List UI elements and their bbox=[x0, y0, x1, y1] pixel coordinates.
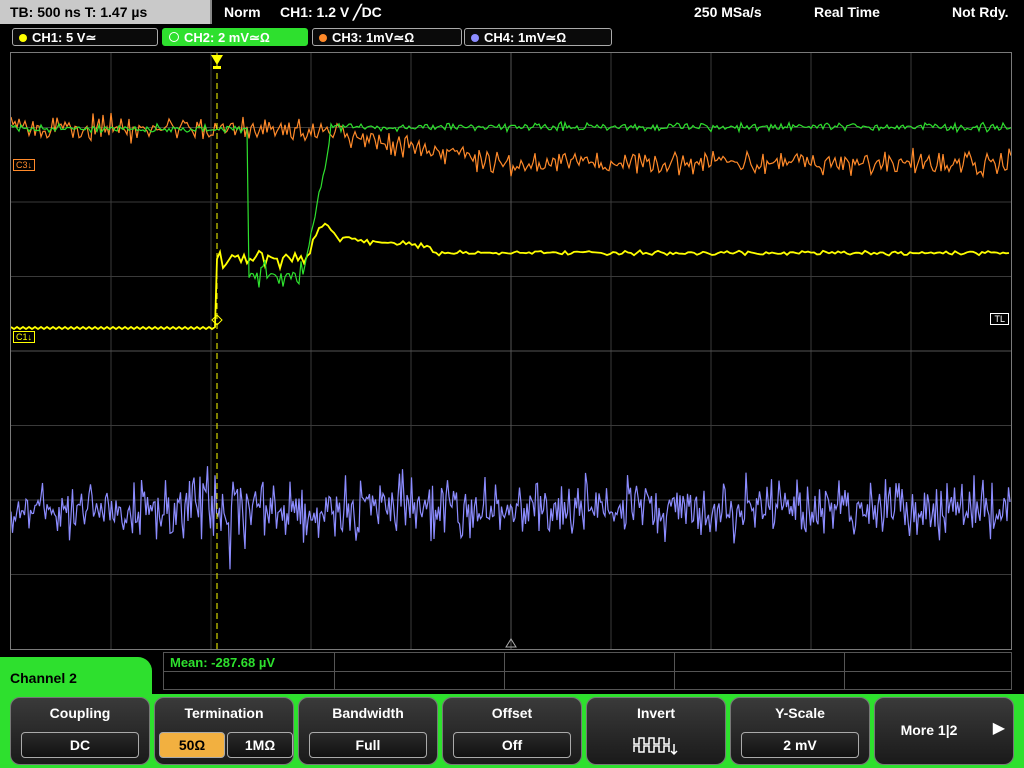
timebase-readout[interactable]: TB: 500 ns T: 1.47 µs bbox=[0, 0, 212, 24]
offset-label: Offset bbox=[491, 705, 533, 721]
more-label: More 1|2 bbox=[900, 722, 958, 738]
waveform-canvas bbox=[11, 53, 1011, 649]
ch3-ground-marker[interactable]: C3↓ bbox=[13, 159, 36, 171]
menu-title: Channel 2 bbox=[0, 657, 152, 701]
ch1-color-dot bbox=[19, 34, 27, 42]
y-scale-value[interactable]: 2 mV bbox=[741, 732, 859, 758]
invert-label: Invert bbox=[636, 705, 676, 721]
acquisition-mode[interactable]: Real Time bbox=[814, 0, 880, 24]
y-scale-label: Y-Scale bbox=[775, 705, 825, 721]
channel-tab-ch1[interactable]: CH1: 5 V≃ bbox=[12, 28, 158, 46]
coupling-button[interactable]: Coupling DC bbox=[10, 697, 150, 765]
waveform-display[interactable]: C3↓ C1↓ TL bbox=[10, 52, 1012, 650]
trigger-position-marker bbox=[211, 55, 223, 65]
more-button[interactable]: More 1|2 ▶ bbox=[874, 697, 1014, 765]
bandwidth-button[interactable]: Bandwidth Full bbox=[298, 697, 438, 765]
bandwidth-value[interactable]: Full bbox=[309, 732, 427, 758]
ch3-color-dot bbox=[319, 34, 327, 42]
offset-value[interactable]: Off bbox=[453, 732, 571, 758]
channel-tab-ch3[interactable]: CH3: 1mV≃Ω bbox=[312, 28, 462, 46]
status-bar: TB: 500 ns T: 1.47 µs Norm CH1: 1.2 V ╱D… bbox=[0, 0, 1024, 26]
y-scale-button[interactable]: Y-Scale 2 mV bbox=[730, 697, 870, 765]
ch3-label: CH3: 1mV≃Ω bbox=[332, 30, 415, 45]
trigger-level-marker[interactable]: TL bbox=[990, 313, 1009, 325]
ch4-label: CH4: 1mV≃Ω bbox=[484, 30, 567, 45]
measurement-divider bbox=[844, 653, 845, 689]
trigger-readout[interactable]: CH1: 1.2 V ╱DC bbox=[280, 0, 382, 24]
coupling-value[interactable]: DC bbox=[21, 732, 139, 758]
ch1-label: CH1: 5 V≃ bbox=[32, 30, 97, 45]
termination-1mohm-option[interactable]: 1MΩ bbox=[227, 732, 293, 758]
ch4-color-dot bbox=[471, 34, 479, 42]
chevron-right-icon: ▶ bbox=[992, 720, 1005, 737]
measurement-panel: Mean: -287.68 µV bbox=[163, 652, 1012, 690]
channel-tab-ch2[interactable]: CH2: 2 mV≃Ω bbox=[162, 28, 308, 46]
termination-50ohm-option[interactable]: 50Ω bbox=[159, 732, 225, 758]
bandwidth-label: Bandwidth bbox=[332, 705, 404, 721]
invert-button[interactable]: Invert bbox=[586, 697, 726, 765]
channel-tab-ch4[interactable]: CH4: 1mV≃Ω bbox=[464, 28, 612, 46]
termination-button[interactable]: Termination 50Ω 1MΩ bbox=[154, 697, 294, 765]
invert-waveform-icon bbox=[633, 737, 678, 756]
trigger-mode[interactable]: Norm bbox=[224, 0, 261, 24]
mean-measurement[interactable]: Mean: -287.68 µV bbox=[170, 655, 275, 670]
trigger-status: Not Rdy. bbox=[952, 4, 1009, 20]
trigger-position-marker-stem bbox=[213, 66, 221, 69]
measurement-divider bbox=[164, 671, 1011, 672]
coupling-label: Coupling bbox=[49, 705, 111, 721]
ch1-ground-marker[interactable]: C1↓ bbox=[13, 331, 36, 343]
termination-label: Termination bbox=[184, 705, 264, 721]
ch2-label: CH2: 2 mV≃Ω bbox=[184, 30, 270, 45]
measurement-divider bbox=[504, 653, 505, 689]
sample-rate: 250 MSa/s bbox=[694, 4, 762, 20]
offset-button[interactable]: Offset Off bbox=[442, 697, 582, 765]
measurement-divider bbox=[674, 653, 675, 689]
measurement-divider bbox=[334, 653, 335, 689]
ch2-color-dot bbox=[169, 32, 179, 42]
